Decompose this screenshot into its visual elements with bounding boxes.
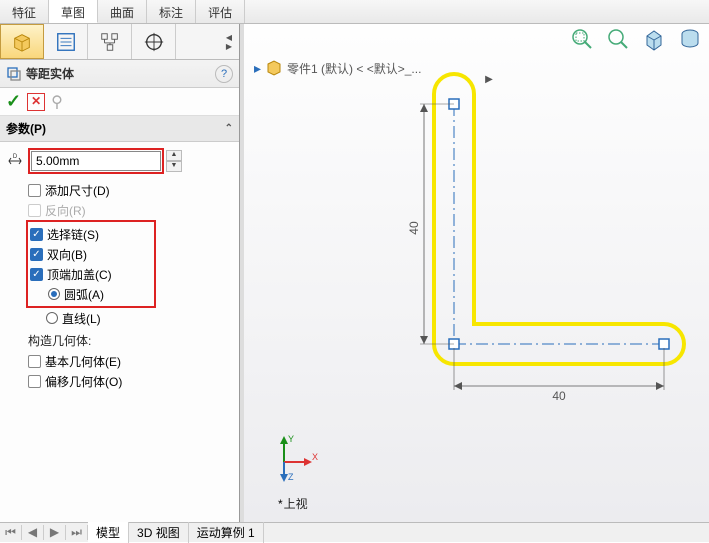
- list-icon: [55, 31, 77, 53]
- dim-vertical-text: 40: [407, 221, 421, 235]
- add-dimensions-checkbox[interactable]: [28, 184, 41, 197]
- base-geom-label: 基本几何体(E): [45, 353, 121, 370]
- tab-evaluate[interactable]: 评估: [196, 0, 245, 23]
- offset-geom-label: 偏移几何体(O): [45, 373, 122, 390]
- tab-annotate[interactable]: 标注: [147, 0, 196, 23]
- display-style-icon[interactable]: [677, 26, 703, 52]
- tab-overflow-arrows[interactable]: ◀▶: [219, 24, 239, 59]
- view-triad: Y X Z: [274, 432, 324, 482]
- tab-nav-prev[interactable]: ◀: [22, 525, 44, 540]
- offset-spinner[interactable]: ▲▼: [166, 150, 182, 172]
- cap-ends-label: 顶端加盖(C): [47, 266, 112, 283]
- manager-tabs: ◀▶: [0, 24, 239, 60]
- breadcrumb-expand-icon[interactable]: ▸: [254, 60, 261, 77]
- feature-manager-tab[interactable]: [0, 24, 44, 59]
- tab-features[interactable]: 特征: [0, 0, 49, 23]
- cancel-button[interactable]: ✕: [27, 93, 45, 111]
- cap-ends-checkbox[interactable]: ✓: [30, 268, 43, 281]
- top-tabs: 特征 草图 曲面 标注 评估: [0, 0, 709, 24]
- arc-label: 圆弧(A): [64, 286, 104, 303]
- cube-icon: [11, 31, 33, 53]
- dimxpert-tab[interactable]: [132, 24, 176, 59]
- bottom-tab-nav: ⏮ ◀ ▶ ⏭: [0, 525, 88, 540]
- arc-radio[interactable]: [48, 288, 60, 300]
- tab-sketch[interactable]: 草图: [49, 0, 98, 23]
- help-button[interactable]: ?: [215, 65, 233, 83]
- sketch-geometry: 40 40: [384, 64, 694, 404]
- bottom-tab-model[interactable]: 模型: [88, 522, 129, 543]
- view-toolbar: [569, 26, 703, 52]
- ok-button[interactable]: ✓: [6, 91, 21, 112]
- tab-surface[interactable]: 曲面: [98, 0, 147, 23]
- base-geom-checkbox[interactable]: [28, 355, 41, 368]
- bidirectional-checkbox[interactable]: ✓: [30, 248, 43, 261]
- zoom-window-icon[interactable]: [569, 26, 595, 52]
- svg-text:X: X: [312, 452, 318, 462]
- dim-horizontal-text: 40: [552, 389, 566, 403]
- pm-title-bar: 等距实体 ?: [0, 60, 239, 88]
- zoom-fit-icon[interactable]: [605, 26, 631, 52]
- bottom-tab-motion[interactable]: 运动算例 1: [189, 522, 264, 543]
- bottom-tab-3dview[interactable]: 3D 视图: [129, 522, 189, 543]
- line-label: 直线(L): [62, 310, 101, 327]
- collapse-icon[interactable]: ⌃: [225, 123, 233, 134]
- pin-button[interactable]: ⚲: [51, 92, 63, 112]
- select-chain-label: 选择链(S): [47, 226, 99, 243]
- add-dimensions-label: 添加尺寸(D): [45, 182, 110, 199]
- target-icon: [143, 31, 165, 53]
- reverse-label: 反向(R): [45, 202, 86, 219]
- svg-text:Z: Z: [288, 472, 294, 482]
- view-orientation-icon[interactable]: [641, 26, 667, 52]
- tree-icon: [99, 31, 121, 53]
- params-body: D ▲▼ 添加尺寸(D) 反向(R) ✓: [0, 142, 239, 397]
- pm-title-text: 等距实体: [26, 65, 215, 82]
- part-icon: [265, 58, 283, 79]
- select-chain-checkbox[interactable]: ✓: [30, 228, 43, 241]
- offset-distance-icon: D: [6, 152, 24, 170]
- tab-nav-next[interactable]: ▶: [44, 525, 66, 540]
- property-manager-tab[interactable]: [44, 24, 88, 59]
- view-name-label: 上视: [278, 495, 308, 512]
- reverse-checkbox[interactable]: [28, 204, 41, 217]
- offset-distance-input[interactable]: [31, 151, 161, 171]
- svg-text:Y: Y: [288, 434, 294, 444]
- spin-up[interactable]: ▲: [166, 150, 182, 161]
- offset-geom-checkbox[interactable]: [28, 375, 41, 388]
- property-manager-panel: ◀▶ 等距实体 ? ✓ ✕ ⚲ 参数(P) ⌃ D ▲▼: [0, 24, 240, 522]
- spin-down[interactable]: ▼: [166, 161, 182, 172]
- graphics-viewport[interactable]: ▶ ▸ 零件1 (默认) < <默认>_...: [244, 24, 709, 522]
- offset-value-highlight: [28, 148, 164, 174]
- bidirectional-label: 双向(B): [47, 246, 87, 263]
- params-header-label: 参数(P): [6, 120, 46, 137]
- tab-nav-first[interactable]: ⏮: [0, 525, 22, 540]
- bottom-tabs: ⏮ ◀ ▶ ⏭ 模型 3D 视图 运动算例 1: [0, 522, 709, 542]
- svg-text:D: D: [13, 154, 18, 160]
- config-manager-tab[interactable]: [88, 24, 132, 59]
- options-highlight-group: ✓ 选择链(S) ✓ 双向(B) ✓ 顶端加盖(C) 圆弧(A): [26, 220, 156, 308]
- pm-action-bar: ✓ ✕ ⚲: [0, 88, 239, 116]
- offset-entities-icon: [6, 66, 22, 82]
- construction-geom-label: 构造几何体:: [28, 332, 233, 349]
- line-radio[interactable]: [46, 312, 58, 324]
- tab-nav-last[interactable]: ⏭: [66, 525, 88, 540]
- params-section-header[interactable]: 参数(P) ⌃: [0, 116, 239, 142]
